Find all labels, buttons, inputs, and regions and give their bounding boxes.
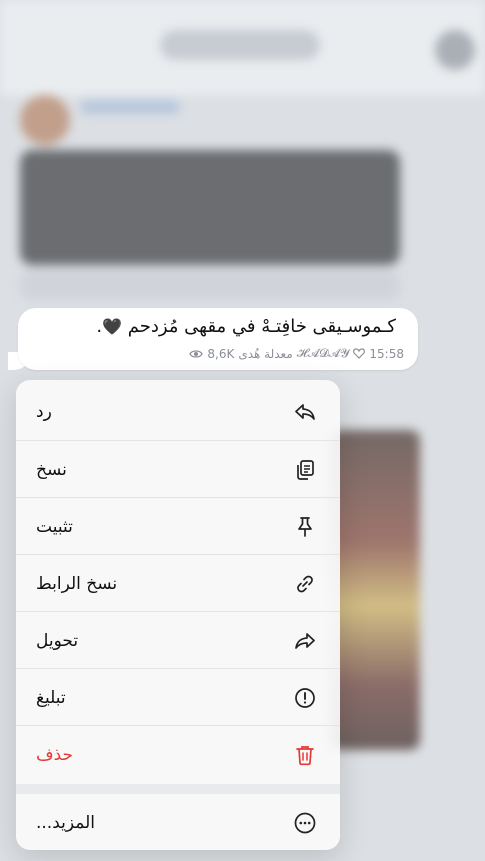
views-icon — [189, 349, 204, 359]
menu-item-label: رد — [36, 401, 52, 422]
reply-icon — [292, 399, 318, 425]
message-meta: 8,6K معدلة هُدى 𝓗𝓐𝓓𝓐𝓨 15:58 — [189, 346, 404, 361]
menu-item-report[interactable]: تبليغ — [16, 669, 340, 726]
context-menu: رد نسخ تثبيت نسخ الرابط تحويل تبليغ حذف … — [16, 380, 340, 850]
menu-item-label: تحويل — [36, 630, 79, 651]
menu-item-more[interactable]: المزيد... — [16, 794, 340, 850]
menu-item-copy[interactable]: نسخ — [16, 441, 340, 498]
more-icon — [292, 810, 318, 836]
menu-item-reply[interactable]: رد — [16, 383, 340, 440]
menu-item-label: نسخ الرابط — [36, 573, 118, 594]
heart-icon — [353, 348, 366, 359]
menu-item-label: المزيد... — [36, 812, 95, 833]
menu-item-label: تبليغ — [36, 687, 66, 708]
menu-item-forward[interactable]: تحويل — [16, 612, 340, 669]
menu-item-copy-link[interactable]: نسخ الرابط — [16, 555, 340, 612]
trash-icon — [292, 742, 318, 768]
message-bubble: كـموسـيقى خافِتـهْ في مقهى مُزدحم 🖤. 8,6… — [18, 308, 418, 370]
author-name: 𝓗𝓐𝓓𝓐𝓨 — [296, 346, 350, 360]
pin-icon — [292, 514, 318, 540]
menu-item-delete[interactable]: حذف — [16, 726, 340, 783]
heart-emoji: 🖤 — [102, 317, 122, 336]
menu-item-label: تثبيت — [36, 516, 73, 537]
forward-icon — [292, 628, 318, 654]
message-text: كـموسـيقى خافِتـهْ في مقهى مُزدحم 🖤. — [96, 316, 396, 337]
menu-item-label: نسخ — [36, 459, 67, 480]
channel-name: معدلة هُدى — [238, 346, 293, 361]
link-icon — [292, 571, 318, 597]
views-count: 8,6K — [207, 346, 235, 361]
copy-icon — [292, 457, 318, 483]
menu-item-pin[interactable]: تثبيت — [16, 498, 340, 555]
message-time: 15:58 — [369, 346, 404, 361]
menu-item-label: حذف — [36, 744, 74, 765]
report-icon — [292, 685, 318, 711]
